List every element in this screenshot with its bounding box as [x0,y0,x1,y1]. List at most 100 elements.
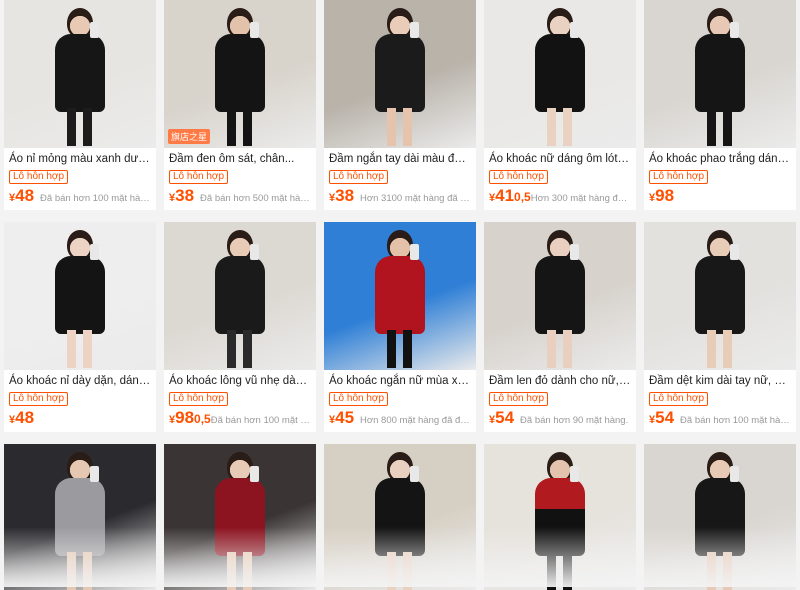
product-card[interactable]: Đầm ngắn tay dài màu đen tha... Lô hỗn hợ… [324,0,476,210]
product-title[interactable]: Đầm đen ôm sát, chân... [164,148,316,167]
product-image[interactable] [324,0,476,148]
product-image[interactable] [484,444,636,590]
sold-count: Hơn 800 mặt hàng đã được bán. [360,415,471,426]
phone-icon [570,22,579,38]
model-figure [525,230,595,368]
model-figure [365,230,435,368]
product-card[interactable]: 旗店之星Đầm đen ôm sát, chân...Lô hỗn hợp¥38… [164,0,316,210]
price-row: ¥45Hơn 800 mặt hàng đã được bán. [324,406,476,428]
phone-icon [250,244,259,260]
product-image[interactable] [324,222,476,370]
product-image[interactable] [164,444,316,590]
product-image[interactable] [644,0,796,148]
phone-icon [730,244,739,260]
price-value: 38 [335,186,354,206]
price-value: 45 [335,408,354,428]
product-image[interactable] [4,444,156,590]
mixed-batch-badge: Lô hỗn hợp [329,170,388,184]
price-row: ¥54Đã bán hơn 100 mặt hàng. [644,406,796,428]
phone-icon [410,244,419,260]
product-title[interactable]: Đầm len đỏ dành cho nữ, hoàn ... [484,370,636,389]
product-card[interactable] [164,444,316,590]
model-figure [525,452,595,590]
product-card[interactable]: Áo khoác nỉ dày dặn, dáng ôm ... Lô hỗn h… [4,222,156,432]
product-title[interactable]: Áo khoác phao trắng dáng ôm ... [644,148,796,167]
product-image[interactable] [484,0,636,148]
product-card[interactable] [644,444,796,590]
price-row: ¥38Đã bán hơn 500 mặt hàng. [164,184,316,206]
price-value: 48 [15,408,34,428]
phone-icon [90,466,99,482]
sold-count: Đã bán hơn 500 mặt hàng. [200,193,311,204]
product-image[interactable] [644,222,796,370]
product-card[interactable] [484,444,636,590]
phone-icon [730,22,739,38]
product-image[interactable] [164,222,316,370]
phone-icon [90,22,99,38]
product-card[interactable]: Áo khoác lông vũ nhẹ dành cho... Lô hỗn h… [164,222,316,432]
product-image[interactable] [644,444,796,590]
price-row: ¥48 [4,406,156,428]
model-figure [365,8,435,146]
product-card[interactable] [324,444,476,590]
product-image[interactable] [324,444,476,590]
phone-icon [250,22,259,38]
price-value: 38 [175,186,194,206]
product-title[interactable]: Áo khoác nữ dáng ôm lót lông c... [484,148,636,167]
product-card[interactable]: Áo khoác ngắn nữ mùa xuân 20... Lô hỗn hợ… [324,222,476,432]
product-card[interactable]: Áo khoác phao trắng dáng ôm ... Lô hỗn hợ… [644,0,796,210]
model-figure [45,452,115,590]
price-value: 54 [655,408,674,428]
product-image[interactable] [484,222,636,370]
price-row: ¥48Đã bán hơn 100 mặt hàng. [4,184,156,206]
product-card[interactable]: Áo nỉ mỏng màu xanh dương d... Lô hỗn hợp… [4,0,156,210]
mixed-batch-badge: Lô hỗn hợp [9,392,68,406]
sold-count: Đã bán hơn 100 mặt hàng. [40,193,151,204]
product-title[interactable]: Áo khoác nỉ dày dặn, dáng ôm ... [4,370,156,389]
product-title[interactable]: Đầm dệt kim dài tay nữ, kiểu d... [644,370,796,389]
model-figure [205,452,275,590]
sold-count: Hơn 300 mặt hàng đã được bán. [531,193,631,204]
phone-icon [90,244,99,260]
price-value: 98 [175,408,194,428]
price-value: 41 [495,186,514,206]
price-row: ¥38Hơn 3100 mặt hàng đã được bán. [324,184,476,206]
model-figure [205,230,275,368]
model-figure [685,452,755,590]
product-image[interactable] [4,0,156,148]
product-title[interactable]: Áo khoác lông vũ nhẹ dành cho... [164,370,316,389]
model-figure [45,230,115,368]
product-title[interactable]: Áo khoác ngắn nữ mùa xuân 20... [324,370,476,389]
price-row: ¥410,5Hơn 300 mặt hàng đã được bán. [484,184,636,206]
price-decimal: 0,5 [514,190,531,204]
product-image[interactable]: 旗店之星 [164,0,316,148]
mixed-batch-badge: Lô hỗn hợp [169,392,228,406]
mixed-batch-badge: Lô hỗn hợp [329,392,388,406]
model-figure [45,8,115,146]
mixed-batch-badge: Lô hỗn hợp [169,170,228,184]
phone-icon [730,466,739,482]
product-image[interactable] [4,222,156,370]
price-value: 48 [15,186,34,206]
mixed-batch-badge: Lô hỗn hợp [649,392,708,406]
product-card[interactable] [4,444,156,590]
price-value: 98 [655,186,674,206]
price-row: ¥980,5Đã bán hơn 100 mặt hàng. [164,406,316,428]
sold-count: Đã bán hơn 100 mặt hàng. [211,415,311,426]
price-row: ¥98 [644,184,796,206]
product-card[interactable]: Đầm len đỏ dành cho nữ, hoàn ... Lô hỗn h… [484,222,636,432]
price-row: ¥54Đã bán hơn 90 mặt hàng. [484,406,636,428]
mixed-batch-badge: Lô hỗn hợp [649,170,708,184]
product-title[interactable]: Áo nỉ mỏng màu xanh dương d... [4,148,156,167]
phone-icon [410,22,419,38]
model-figure [525,8,595,146]
model-figure [685,230,755,368]
mixed-batch-badge: Lô hỗn hợp [489,392,548,406]
model-figure [685,8,755,146]
product-card[interactable]: Áo khoác nữ dáng ôm lót lông c...Lô hỗn … [484,0,636,210]
model-figure [365,452,435,590]
product-card[interactable]: Đầm dệt kim dài tay nữ, kiểu d... Lô hỗn … [644,222,796,432]
mixed-batch-badge: Lô hỗn hợp [9,170,68,184]
model-figure [205,8,275,146]
product-title[interactable]: Đầm ngắn tay dài màu đen tha... [324,148,476,167]
